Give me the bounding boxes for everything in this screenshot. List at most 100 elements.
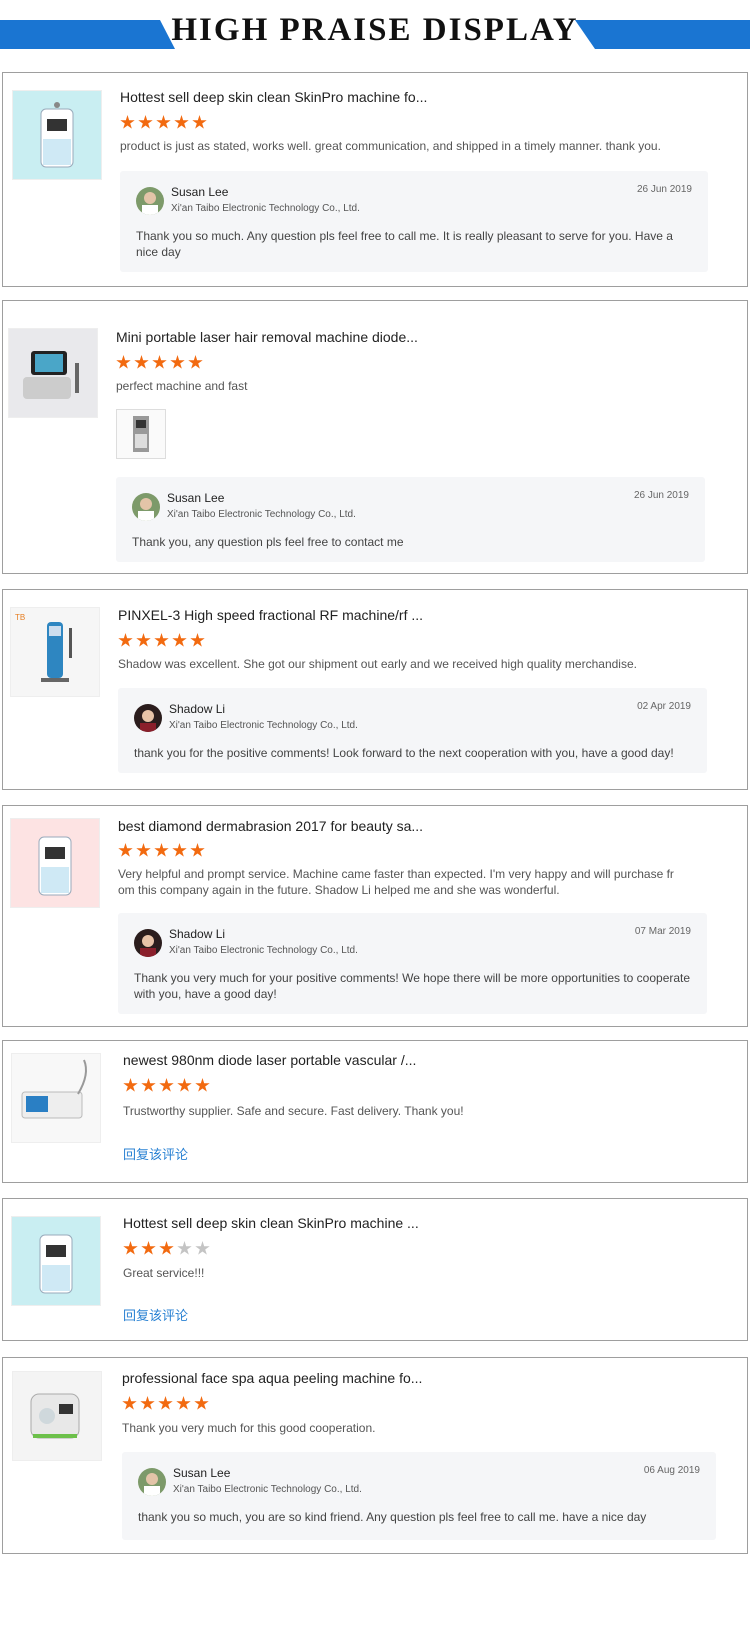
product-title[interactable]: professional face spa aqua peeling machi… — [122, 1370, 422, 1386]
review-card: Hottest sell deep skin clean SkinPro mac… — [2, 1198, 748, 1341]
rating-stars — [118, 633, 205, 648]
reply-text: Thank you, any question pls feel free to… — [132, 535, 404, 549]
product-title[interactable]: best diamond dermabrasion 2017 for beaut… — [118, 818, 423, 834]
svg-text:TB: TB — [15, 613, 25, 622]
rating-stars — [123, 1078, 210, 1093]
star-icon — [194, 1396, 209, 1410]
star-icon — [159, 1078, 174, 1092]
star-icon — [141, 1078, 156, 1092]
reply-author: Shadow Li — [169, 927, 226, 941]
star-icon — [138, 115, 153, 129]
rating-stars — [120, 115, 207, 130]
review-card: newest 980nm diode laser portable vascul… — [2, 1040, 748, 1183]
star-icon — [123, 1078, 138, 1092]
product-title[interactable]: PINXEL-3 High speed fractional RF machin… — [118, 607, 423, 623]
review-text: Great service!!! — [123, 1266, 205, 1280]
rating-stars — [118, 843, 205, 858]
star-icon — [176, 1396, 191, 1410]
star-icon — [172, 843, 187, 857]
star-icon — [158, 1396, 173, 1410]
star-icon — [172, 633, 187, 647]
reply-date: 26 Jun 2019 — [636, 184, 692, 195]
star-icon — [156, 115, 171, 129]
review-text: Thank you very much for this good cooper… — [122, 1421, 376, 1435]
product-title[interactable]: Mini portable laser hair removal machine… — [116, 329, 418, 345]
star-empty-icon — [195, 1241, 210, 1255]
review-photo[interactable] — [116, 409, 166, 459]
reply-author: Susan Lee — [167, 491, 225, 505]
star-icon — [134, 355, 149, 369]
review-text: Very helpful and prompt service. Machine… — [118, 867, 674, 897]
star-icon — [123, 1241, 138, 1255]
star-icon — [154, 843, 169, 857]
reply-date: 07 Mar 2019 — [634, 926, 691, 937]
star-icon — [120, 115, 135, 129]
star-icon — [195, 1078, 210, 1092]
reply-company: Xi'an Taibo Electronic Technology Co., L… — [169, 720, 358, 731]
star-icon — [174, 115, 189, 129]
product-thumbnail[interactable] — [12, 1371, 102, 1461]
review-text: perfect machine and fast — [116, 379, 248, 393]
product-thumbnail[interactable] — [12, 90, 102, 180]
star-icon — [136, 633, 151, 647]
star-icon — [152, 355, 167, 369]
reply-author: Susan Lee — [171, 185, 229, 199]
rating-stars — [122, 1396, 209, 1411]
reply-author: Shadow Li — [169, 702, 226, 716]
avatar — [132, 493, 160, 521]
reply-author: Susan Lee — [173, 1466, 231, 1480]
avatar — [134, 704, 162, 732]
product-thumbnail[interactable] — [11, 1053, 101, 1143]
star-icon — [118, 633, 133, 647]
review-card: TB PINXEL-3 High speed fractional RF mac… — [2, 589, 748, 790]
review-card: best diamond dermabrasion 2017 for beaut… — [2, 805, 748, 1027]
product-thumbnail[interactable] — [10, 818, 100, 908]
star-icon — [118, 843, 133, 857]
star-icon — [116, 355, 131, 369]
reply-company: Xi'an Taibo Electronic Technology Co., L… — [173, 1484, 362, 1495]
product-thumbnail[interactable] — [8, 328, 98, 418]
review-text: Trustworthy supplier. Safe and secure. F… — [123, 1104, 464, 1118]
review-card: Hottest sell deep skin clean SkinPro mac… — [2, 72, 748, 287]
star-icon — [190, 843, 205, 857]
seller-reply: Susan Lee Xi'an Taibo Electronic Technol… — [116, 477, 705, 562]
reply-company: Xi'an Taibo Electronic Technology Co., L… — [169, 945, 358, 956]
reply-text: thank you so much, you are so kind frien… — [138, 1510, 647, 1524]
star-icon — [154, 633, 169, 647]
reply-text: Thank you so much. Any question pls feel… — [136, 229, 673, 259]
banner-title: HIGH PRAISE DISPLAY — [171, 12, 579, 48]
star-icon — [190, 633, 205, 647]
seller-reply: Shadow Li Xi'an Taibo Electronic Technol… — [118, 913, 707, 1014]
rating-stars — [123, 1241, 210, 1256]
review-card: professional face spa aqua peeling machi… — [2, 1357, 748, 1554]
product-thumbnail[interactable] — [11, 1216, 101, 1306]
star-empty-icon — [177, 1241, 192, 1255]
star-icon — [122, 1396, 137, 1410]
banner: HIGH PRAISE DISPLAY — [0, 0, 750, 66]
seller-reply: Shadow Li Xi'an Taibo Electronic Technol… — [118, 688, 707, 773]
star-icon — [177, 1078, 192, 1092]
avatar — [136, 187, 164, 215]
product-title[interactable]: newest 980nm diode laser portable vascul… — [123, 1052, 416, 1068]
reply-date: 06 Aug 2019 — [643, 1465, 700, 1476]
avatar — [134, 929, 162, 957]
review-text: product is just as stated, works well. g… — [120, 139, 661, 153]
product-title[interactable]: Hottest sell deep skin clean SkinPro mac… — [120, 89, 427, 105]
star-icon — [140, 1396, 155, 1410]
product-thumbnail[interactable]: TB — [10, 607, 100, 697]
star-icon — [192, 115, 207, 129]
reply-text: Thank you very much for your positive co… — [134, 971, 691, 1001]
reply-to-review-link[interactable]: 回复该评论 — [123, 1305, 188, 1324]
reply-date: 26 Jun 2019 — [633, 490, 689, 501]
avatar — [138, 1468, 166, 1496]
review-text: Shadow was excellent. She got our shipme… — [118, 657, 637, 671]
reply-company: Xi'an Taibo Electronic Technology Co., L… — [171, 203, 360, 214]
reply-company: Xi'an Taibo Electronic Technology Co., L… — [167, 509, 356, 520]
star-icon — [188, 355, 203, 369]
reply-to-review-link[interactable]: 回复该评论 — [123, 1144, 188, 1163]
star-icon — [170, 355, 185, 369]
seller-reply: Susan Lee Xi'an Taibo Electronic Technol… — [120, 171, 708, 272]
review-card: Mini portable laser hair removal machine… — [2, 300, 748, 574]
star-icon — [159, 1241, 174, 1255]
product-title[interactable]: Hottest sell deep skin clean SkinPro mac… — [123, 1215, 419, 1231]
